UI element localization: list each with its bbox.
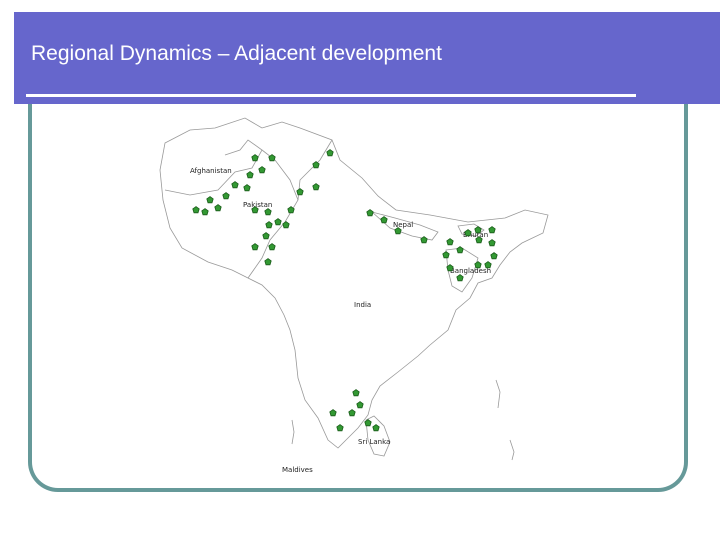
label-india: India: [354, 301, 371, 309]
development-site-marker: [264, 208, 272, 216]
development-site-marker: [329, 409, 337, 417]
label-nepal: Nepal: [393, 221, 413, 229]
label-sri-lanka: Sri Lanka: [358, 438, 390, 446]
development-site-marker: [251, 243, 259, 251]
development-site-marker: [420, 236, 428, 244]
development-site-marker: [484, 261, 492, 269]
development-site-marker: [348, 409, 356, 417]
development-site-marker: [490, 252, 498, 260]
label-pakistan: Pakistan: [243, 201, 272, 209]
development-site-marker: [336, 424, 344, 432]
development-site-marker: [456, 246, 464, 254]
development-site-marker: [262, 232, 270, 240]
label-bangladesh: Bangladesh: [450, 267, 491, 275]
development-site-marker: [246, 171, 254, 179]
development-site-marker: [366, 209, 374, 217]
development-site-marker: [442, 251, 450, 259]
development-site-marker: [456, 274, 464, 282]
maldives-islands: [291, 419, 295, 445]
development-site-marker: [268, 243, 276, 251]
south-asia-map: Afghanistan Pakistan Nepal Bhutan Bangla…: [159, 117, 549, 474]
development-site-marker: [446, 238, 454, 246]
development-site-marker: [201, 208, 209, 216]
development-site-marker: [265, 221, 273, 229]
development-site-marker: [231, 181, 239, 189]
label-afghanistan: Afghanistan: [190, 167, 232, 175]
label-maldives: Maldives: [282, 466, 313, 474]
development-site-marker: [214, 204, 222, 212]
development-site-marker: [258, 166, 266, 174]
development-site-marker: [222, 192, 230, 200]
development-site-marker: [488, 239, 496, 247]
development-site-marker: [251, 154, 259, 162]
development-site-marker: [356, 401, 364, 409]
development-site-marker: [312, 183, 320, 191]
development-site-marker: [243, 184, 251, 192]
development-site-marker: [380, 216, 388, 224]
development-site-marker: [274, 218, 282, 226]
development-site-marker: [474, 261, 482, 269]
development-site-marker: [488, 226, 496, 234]
pakistan-india-border: [247, 149, 299, 279]
development-site-marker: [282, 221, 290, 229]
development-site-marker: [326, 149, 334, 157]
development-site-marker: [352, 389, 360, 397]
development-site-marker: [206, 196, 214, 204]
development-site-marker: [296, 188, 304, 196]
nicobar-islands: [509, 439, 515, 461]
andaman-islands: [495, 379, 501, 409]
development-site-marker: [192, 206, 200, 214]
development-site-marker: [264, 258, 272, 266]
development-site-marker: [372, 424, 380, 432]
development-site-marker: [312, 161, 320, 169]
development-site-markers: [192, 149, 498, 432]
